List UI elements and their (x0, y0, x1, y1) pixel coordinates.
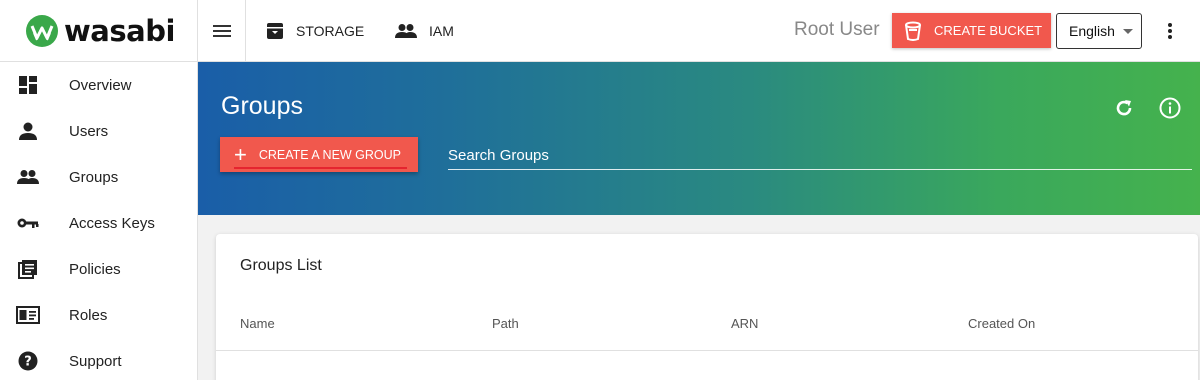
sidebar-item-label: Policies (69, 260, 121, 278)
policy-document-icon (16, 257, 40, 281)
key-icon (16, 211, 40, 235)
search-groups-field (448, 142, 1192, 170)
create-new-group-label: CREATE A NEW GROUP (258, 147, 402, 162)
sidebar-item-label: Access Keys (69, 214, 155, 232)
svg-text:?: ? (24, 355, 32, 370)
bucket-icon (905, 21, 921, 41)
column-header-created-on[interactable]: Created On (968, 316, 1035, 331)
tab-storage-label: STORAGE (296, 23, 365, 39)
language-select[interactable]: English (1056, 13, 1142, 49)
sidebar-item-label: Groups (69, 168, 119, 186)
refresh-icon[interactable] (1113, 97, 1135, 119)
wasabi-logo[interactable]: wasabi (0, 0, 198, 62)
create-new-group-button[interactable]: + CREATE A NEW GROUP (220, 137, 418, 172)
more-options-button[interactable] (1158, 18, 1182, 44)
top-bar: wasabi STORAGE IAM Root User CREATE BUCK… (0, 0, 1200, 62)
language-selected-value: English (1069, 23, 1115, 39)
people-icon (395, 24, 417, 38)
page-header-banner: Groups + CREATE A NEW GROUP (198, 62, 1200, 215)
plus-icon: + (234, 141, 247, 167)
person-icon (16, 119, 40, 143)
column-header-name[interactable]: Name (240, 316, 275, 331)
caret-down-icon (1123, 29, 1133, 34)
sidebar-item-groups[interactable]: Groups (0, 154, 198, 200)
sidebar-item-overview[interactable]: Overview (0, 62, 198, 108)
help-icon: ? (16, 349, 40, 373)
create-bucket-label: CREATE BUCKET (934, 23, 1043, 38)
button-focus-underline (234, 167, 407, 169)
archive-icon (267, 23, 283, 39)
tab-iam-label: IAM (429, 23, 454, 39)
sidebar-item-roles[interactable]: Roles (0, 292, 198, 338)
sidebar-item-label: Roles (69, 306, 108, 324)
sidebar-item-policies[interactable]: Policies (0, 246, 198, 292)
column-header-arn[interactable]: ARN (731, 316, 758, 331)
people-icon (16, 165, 40, 189)
sidebar-item-label: Support (69, 352, 122, 370)
sidebar-item-access-keys[interactable]: Access Keys (0, 200, 198, 246)
groups-list-title: Groups List (240, 257, 322, 274)
id-card-icon (16, 303, 40, 327)
tab-storage[interactable]: STORAGE (266, 0, 364, 62)
dashboard-icon (16, 73, 40, 97)
search-groups-input[interactable] (448, 142, 1192, 168)
sidebar-item-label: Users (69, 122, 109, 140)
more-vertical-icon (1168, 23, 1172, 39)
sidebar-item-users[interactable]: Users (0, 108, 198, 154)
menu-toggle-button[interactable] (198, 0, 246, 62)
sidebar: Overview Users Groups Access Keys Polici… (0, 62, 198, 380)
sidebar-item-support[interactable]: ? Support (0, 338, 198, 380)
page-title: Groups (221, 92, 303, 120)
tab-iam[interactable]: IAM (395, 0, 454, 62)
groups-list-card: Groups List Name Path ARN Created On (216, 234, 1198, 380)
header-divider (216, 350, 1198, 351)
sidebar-item-label: Overview (69, 76, 132, 94)
info-icon[interactable] (1159, 97, 1181, 119)
column-header-path[interactable]: Path (492, 316, 519, 331)
hamburger-icon (212, 25, 231, 37)
wasabi-logo-icon (26, 15, 58, 47)
brand-name: wasabi (64, 14, 175, 48)
create-bucket-button[interactable]: CREATE BUCKET (892, 13, 1051, 48)
current-user-name: Root User (794, 19, 880, 40)
